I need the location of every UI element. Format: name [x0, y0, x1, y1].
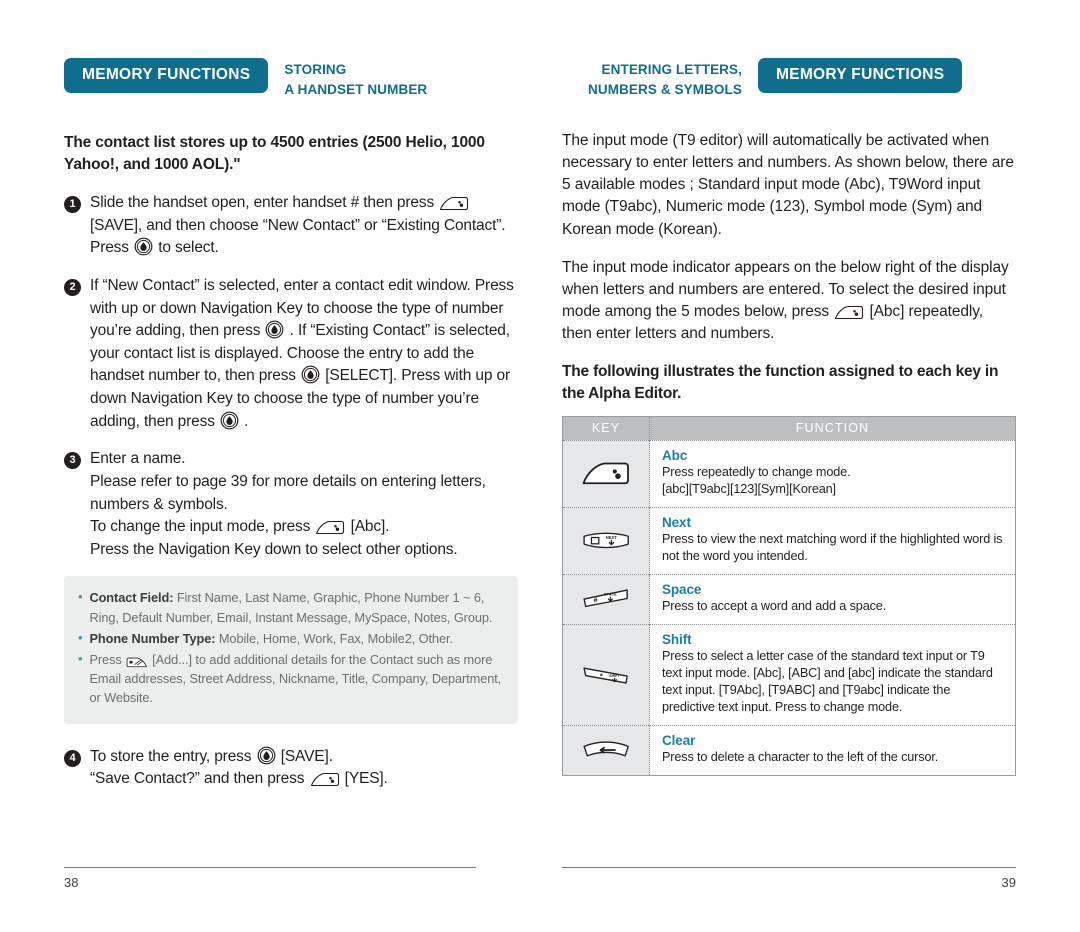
bullet-icon: • — [78, 589, 83, 605]
svg-text:SHIFT: SHIFT — [609, 674, 621, 678]
chapter-tab-right: MEMORY FUNCTIONS — [758, 58, 963, 93]
ok-select-key-icon — [257, 746, 276, 765]
left-softkey-icon — [581, 461, 631, 486]
function-cell: Next Press to view the next matching wor… — [649, 506, 1016, 575]
ok-select-key-icon — [301, 365, 320, 384]
left-softkey-icon — [310, 772, 340, 787]
table-header-row: KEY FUNCTION — [562, 416, 1016, 441]
note-text: Phone Number Type: Mobile, Home, Work, F… — [89, 630, 453, 646]
svg-text:SPACE: SPACE — [604, 593, 617, 597]
bullet-icon: • — [78, 650, 83, 666]
ok-select-key-icon — [220, 411, 239, 430]
table-body: Abc Press repeatedly to change mode. [ab… — [562, 439, 1016, 776]
right-footer: 39 — [562, 867, 1016, 890]
step-text: If “New Contact” is selected, enter a co… — [90, 276, 514, 430]
left-lead-paragraph: The contact list stores up to 4500 entri… — [64, 134, 485, 173]
function-title: Next — [662, 514, 691, 530]
space-key-icon: # SPACE — [582, 588, 630, 609]
bullet-icon: • — [78, 629, 83, 645]
function-cell: Shift Press to select a letter case of t… — [649, 623, 1016, 726]
step-item: 2 If “New Contact” is selected, enter a … — [64, 275, 518, 433]
step-number: 1 — [64, 196, 81, 213]
note-item: • Contact Field: First Name, Last Name, … — [78, 588, 502, 626]
function-cell: Abc Press repeatedly to change mode. [ab… — [649, 439, 1016, 508]
column-header-function: FUNCTION — [649, 416, 1016, 441]
right-paragraph-1: The input mode (T9 editor) will automati… — [562, 132, 1014, 238]
left-footer: 38 — [64, 867, 476, 890]
alpha-editor-key-table: KEY FUNCTION Abc Press repeatedly to cha… — [562, 415, 1016, 776]
section-title-left: STORING A HANDSET NUMBER — [284, 62, 428, 97]
key-icon-cell — [562, 439, 650, 508]
left-page: MEMORY FUNCTIONS STORING A HANDSET NUMBE… — [0, 0, 540, 932]
page-number-right: 39 — [1001, 875, 1016, 890]
svg-text:*: * — [600, 672, 603, 681]
note-item: • Phone Number Type: Mobile, Home, Work,… — [78, 629, 502, 648]
right-running-head: ENTERING LETTERS, NUMBERS & SYMBOLS MEMO… — [562, 58, 1016, 106]
function-title: Space — [662, 581, 702, 597]
step-item: 1 Slide the handset open, enter handset … — [64, 192, 518, 260]
right-softkey-icon — [126, 657, 148, 668]
step-number: 4 — [64, 749, 81, 767]
column-header-key: KEY — [562, 416, 650, 441]
key-icon-cell: NEXT — [562, 506, 650, 575]
chapter-tab-left: MEMORY FUNCTIONS — [64, 58, 269, 93]
key-icon-cell — [562, 724, 650, 776]
contact-field-note-box: • Contact Field: First Name, Last Name, … — [64, 576, 518, 724]
key-icon-cell: * SHIFT — [562, 623, 650, 726]
table-row: Clear Press to delete a character to the… — [562, 724, 1016, 776]
table-row: Abc Press repeatedly to change mode. [ab… — [562, 439, 1016, 508]
clear-key-icon — [581, 739, 631, 760]
left-softkey-icon — [315, 520, 345, 535]
table-row: * SHIFT Shift Press to select a letter ca… — [562, 623, 1016, 726]
left-steps-list: 1 Slide the handset open, enter handset … — [64, 192, 518, 561]
step-text: To store the entry, press [SAVE]. “Save C… — [90, 746, 388, 788]
left-softkey-icon — [439, 196, 469, 211]
step-number: 3 — [64, 452, 81, 470]
table-row: # SPACE Space Press to accept a word and … — [562, 573, 1016, 625]
key-icon-cell: # SPACE — [562, 573, 650, 625]
note-label: Contact Field: — [89, 590, 174, 606]
left-running-head: MEMORY FUNCTIONS STORING A HANDSET NUMBE… — [64, 58, 518, 106]
function-title: Clear — [662, 732, 696, 748]
function-title: Shift — [662, 631, 692, 647]
svg-text:#: # — [593, 596, 597, 605]
shift-key-icon: * SHIFT — [582, 664, 630, 685]
table-row: NEXT Next Press to view the next matchin… — [562, 506, 1016, 575]
function-desc: Press to select a letter case of the sta… — [662, 648, 993, 714]
footer-rule — [562, 867, 1016, 868]
function-desc: Press to accept a word and add a space. — [662, 598, 887, 613]
right-page: ENTERING LETTERS, NUMBERS & SYMBOLS MEMO… — [540, 0, 1080, 932]
step-text: Enter a name. Please refer to page 39 for… — [90, 450, 486, 558]
right-paragraph-2: The input mode indicator appears on the … — [562, 258, 1009, 343]
note-label: Phone Number Type: — [89, 630, 216, 646]
function-desc: Press repeatedly to change mode. [abc][T… — [662, 464, 851, 496]
note-item: • Press [Add...] to add additional detai… — [78, 650, 502, 708]
left-softkey-icon — [834, 305, 864, 320]
note-text: Contact Field: First Name, Last Name, Gr… — [89, 590, 493, 625]
function-cell: Clear Press to delete a character to the… — [649, 724, 1016, 776]
next-key-icon: NEXT — [582, 531, 630, 550]
function-desc: Press to delete a character to the left … — [662, 749, 939, 764]
section-title-right: ENTERING LETTERS, NUMBERS & SYMBOLS — [588, 62, 742, 97]
page-number-left: 38 — [64, 875, 79, 890]
note-text: Press [Add...] to add additional details… — [89, 651, 502, 706]
svg-text:NEXT: NEXT — [606, 535, 618, 540]
right-sub-lead: The following illustrates the function a… — [562, 363, 999, 403]
step-item: 4 To store the entry, press [SAVE]. “Save… — [64, 746, 518, 791]
function-desc: Press to view the next matching word if … — [662, 531, 1003, 563]
ok-select-key-icon — [265, 320, 284, 339]
ok-select-key-icon — [134, 237, 153, 256]
function-title: Abc — [662, 447, 688, 463]
step-number: 2 — [64, 278, 81, 296]
step-item: 3 Enter a name. Please refer to page 39 f… — [64, 448, 518, 561]
step-text: Slide the handset open, enter handset # … — [90, 194, 506, 257]
manual-spread: MEMORY FUNCTIONS STORING A HANDSET NUMBE… — [0, 0, 1080, 932]
function-cell: Space Press to accept a word and add a s… — [649, 573, 1016, 625]
footer-rule — [64, 867, 476, 868]
